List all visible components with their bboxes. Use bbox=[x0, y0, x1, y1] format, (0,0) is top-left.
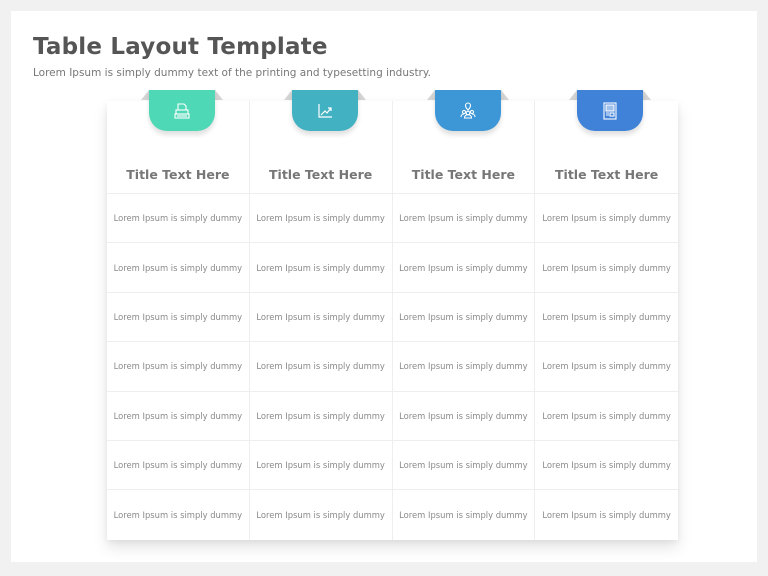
location-team-icon bbox=[458, 101, 478, 121]
table-cell: Lorem Ipsum is simply dummy bbox=[249, 392, 392, 441]
document-layout-icon bbox=[600, 101, 620, 121]
page-title: Table Layout Template bbox=[33, 34, 328, 60]
column-header: Title Text Here bbox=[249, 90, 392, 194]
layout-table: Title Text Here Lorem Ipsum is simply dum… bbox=[107, 90, 678, 540]
column-title: Title Text Here bbox=[411, 167, 515, 182]
table-cell: Lorem Ipsum is simply dummy bbox=[535, 243, 678, 293]
table-cell: Lorem Ipsum is simply dummy bbox=[256, 510, 385, 521]
table-column: Title Text Here Lorem Ipsum is simply dum… bbox=[107, 90, 250, 540]
table-cell: Lorem Ipsum is simply dummy bbox=[107, 243, 249, 293]
table-cell: Lorem Ipsum is simply dummy bbox=[113, 510, 243, 521]
table-cell: Lorem Ipsum is simply dummy bbox=[535, 441, 678, 491]
table-cell: Lorem Ipsum is simply dummy bbox=[107, 293, 249, 343]
column-title: Title Text Here bbox=[269, 167, 373, 182]
table-cell: Lorem Ipsum is simply dummy bbox=[249, 441, 392, 491]
tab-fold-left bbox=[141, 90, 149, 100]
column-tab bbox=[291, 90, 358, 131]
table-cell: Lorem Ipsum is simply dummy bbox=[399, 510, 528, 521]
tab-fold-right bbox=[643, 90, 652, 100]
column-title: Title Text Here bbox=[555, 167, 659, 182]
table-column: Title Text Here Lorem Ipsum is simply dum… bbox=[249, 90, 393, 540]
table-cell: Lorem Ipsum is simply dummy bbox=[107, 342, 249, 392]
column-header: Title Text Here bbox=[535, 90, 678, 194]
table-cell: Lorem Ipsum is simply dummy bbox=[392, 243, 535, 293]
column-tab bbox=[434, 90, 501, 131]
table-cell: Lorem Ipsum is simply dummy bbox=[107, 194, 249, 244]
table-cell: Lorem Ipsum is simply dummy bbox=[392, 392, 535, 441]
column-title: Title Text Here bbox=[126, 167, 230, 182]
table-cell: Lorem Ipsum is simply dummy bbox=[542, 510, 671, 521]
column-header: Title Text Here bbox=[392, 90, 535, 194]
table-cell: Lorem Ipsum is simply dummy bbox=[392, 293, 535, 343]
column-tab bbox=[577, 90, 644, 131]
growth-chart-icon bbox=[315, 101, 335, 121]
column-tab bbox=[149, 90, 215, 131]
table-cell: Lorem Ipsum is simply dummy bbox=[249, 293, 392, 343]
table-column: Title Text Here Lorem Ipsum is simply dum… bbox=[392, 90, 536, 540]
table-cell: Lorem Ipsum is simply dummy bbox=[249, 194, 392, 244]
table-cell: Lorem Ipsum is simply dummy bbox=[535, 293, 678, 343]
table-cell: Lorem Ipsum is simply dummy bbox=[392, 342, 535, 392]
table-cell: Lorem Ipsum is simply dummy bbox=[107, 392, 249, 441]
table-cell: Lorem Ipsum is simply dummy bbox=[535, 392, 678, 441]
slide: Table Layout Template Lorem Ipsum is sim… bbox=[11, 11, 757, 562]
tab-fold-left bbox=[283, 90, 292, 100]
tab-fold-right bbox=[500, 90, 509, 100]
tab-fold-left bbox=[426, 90, 435, 100]
table-cell: Lorem Ipsum is simply dummy bbox=[535, 342, 678, 392]
column-header: Title Text Here bbox=[107, 90, 249, 194]
table-cell: Lorem Ipsum is simply dummy bbox=[392, 194, 535, 244]
tab-fold-right bbox=[357, 90, 366, 100]
tab-fold-right bbox=[215, 90, 223, 100]
table-cell: Lorem Ipsum is simply dummy bbox=[249, 243, 392, 293]
page-subtitle: Lorem Ipsum is simply dummy text of the … bbox=[33, 67, 431, 79]
tab-fold-left bbox=[569, 90, 578, 100]
table-cell: Lorem Ipsum is simply dummy bbox=[392, 441, 535, 491]
table-cell: Lorem Ipsum is simply dummy bbox=[535, 194, 678, 244]
table-column: Title Text Here Lorem Ipsum is simply dum… bbox=[535, 90, 678, 540]
typewriter-icon bbox=[172, 101, 192, 121]
table-cell: Lorem Ipsum is simply dummy bbox=[107, 441, 249, 491]
table-cell: Lorem Ipsum is simply dummy bbox=[249, 342, 392, 392]
